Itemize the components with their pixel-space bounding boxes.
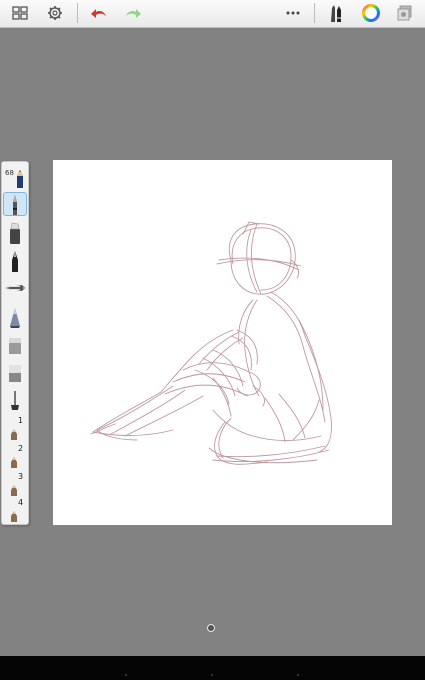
color-wheel-icon[interactable] [359,2,383,24]
blender-icon [11,391,19,410]
fine-pen-icon [13,195,17,215]
tool-blender[interactable] [2,388,28,414]
top-toolbar [0,0,425,28]
custom-brush-icon [11,511,17,522]
undo-arrow-icon[interactable] [87,2,111,24]
brush-set-icon[interactable] [324,2,348,24]
more-dots-icon[interactable] [281,2,305,24]
marker-icon [10,222,20,244]
tool-custom-brush-4[interactable]: 4 [2,498,28,524]
tool-custom-brush-3[interactable]: 3 [2,472,28,498]
custom-brush-icon [11,429,17,440]
tool-ink-pen[interactable] [2,248,28,274]
brush-palette: 68 1 2 3 4 [1,161,29,525]
tool-custom-brush-2[interactable]: 2 [2,444,28,470]
drawing-canvas[interactable] [53,160,392,525]
layers-icon[interactable] [393,2,417,24]
tool-marker[interactable] [2,220,28,246]
figure-sketch [90,221,332,465]
toolbar-separator [77,3,78,23]
home-icon[interactable] [208,664,216,677]
page-indicator[interactable] [207,624,215,632]
pencil-icon [17,170,23,188]
redo-arrow-icon[interactable] [121,2,145,24]
smudge-cone-icon [10,308,20,328]
back-icon[interactable] [122,664,130,677]
tool-fine-pen[interactable] [2,192,28,218]
eraser-soft-icon [9,365,21,382]
recents-icon[interactable] [294,664,302,677]
tool-eraser-hard[interactable] [2,332,28,358]
tool-eraser-soft[interactable] [2,360,28,386]
ink-pen-icon [12,251,18,272]
tool-pencil[interactable]: 68 [2,164,28,190]
custom-brush-icon [11,485,17,496]
gear-icon[interactable] [43,2,67,24]
tool-airbrush[interactable] [2,276,28,302]
grid-icon[interactable] [8,2,32,24]
toolbar-separator [314,3,315,23]
system-nav-bar [0,656,425,680]
eraser-hard-icon [9,338,21,354]
tool-smudge[interactable] [2,304,28,330]
airbrush-icon [5,285,26,291]
tool-custom-brush-1[interactable]: 1 [2,416,28,442]
custom-brush-icon [11,457,17,468]
